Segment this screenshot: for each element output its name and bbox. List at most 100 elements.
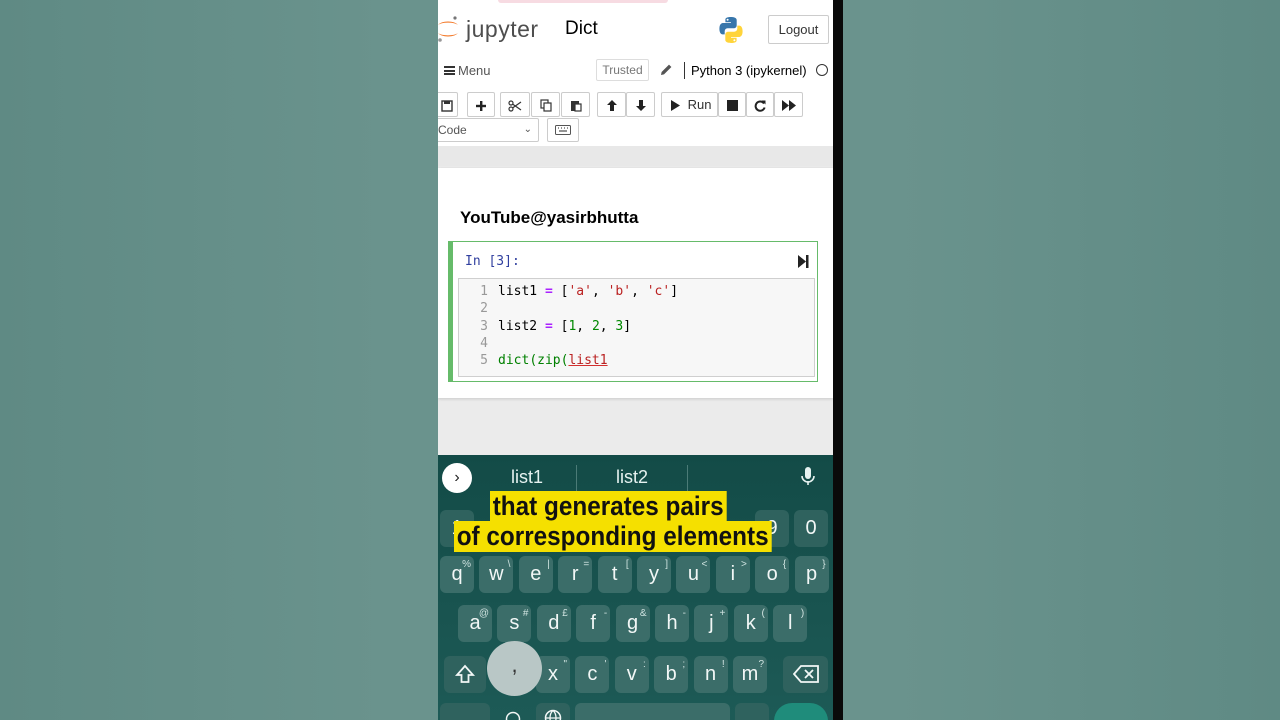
- key-l[interactable]: l): [773, 605, 808, 642]
- kernel-separator: [684, 62, 685, 79]
- backspace-icon: [792, 665, 819, 683]
- notebook-title[interactable]: Dict: [565, 18, 598, 40]
- jupyter-logo[interactable]: jupyter: [438, 14, 548, 44]
- key-label: o: [766, 563, 778, 585]
- key-v[interactable]: v:: [614, 656, 649, 693]
- scissors-icon: [508, 99, 522, 112]
- suggestion-item[interactable]: list2: [610, 467, 654, 488]
- key-f[interactable]: f-: [576, 605, 611, 642]
- restart-run-all-button[interactable]: [774, 92, 803, 117]
- jupyter-header: jupyter Dict Logout: [438, 0, 833, 55]
- arrow-up-icon: [606, 100, 617, 112]
- insert-cell-button[interactable]: [467, 92, 495, 117]
- copy-button[interactable]: [531, 92, 560, 117]
- expand-toolbar-chevron-right-icon[interactable]: ›: [442, 463, 472, 493]
- key-secondary-symbol: :: [643, 659, 646, 670]
- notebook-page: YouTube@yasirbhutta In [3]: 1 2 3 4 5 li…: [438, 168, 833, 398]
- move-up-button[interactable]: [597, 92, 626, 117]
- period-key[interactable]: [735, 703, 769, 720]
- emoji-key[interactable]: [496, 703, 530, 720]
- browser-top-strip: [498, 0, 668, 3]
- key-o[interactable]: o{: [755, 556, 790, 593]
- shift-key[interactable]: [444, 656, 486, 693]
- key-label: g: [627, 612, 639, 634]
- key-p[interactable]: p}: [794, 556, 829, 593]
- keyboard-shortcuts-button[interactable]: [547, 118, 579, 142]
- key-secondary-symbol: (: [761, 608, 765, 619]
- arrow-down-icon: [635, 100, 646, 112]
- enter-key[interactable]: [774, 703, 828, 720]
- key-secondary-symbol: %: [462, 559, 471, 570]
- paste-button[interactable]: [561, 92, 590, 117]
- key-d[interactable]: d £: [536, 605, 571, 642]
- interrupt-kernel-button[interactable]: [718, 92, 746, 117]
- restart-kernel-button[interactable]: [746, 92, 774, 117]
- key-a[interactable]: a @: [458, 605, 492, 642]
- plus-icon: [476, 100, 486, 111]
- key-h[interactable]: h-: [655, 605, 689, 642]
- key-n[interactable]: n!: [693, 656, 728, 693]
- key-j[interactable]: j +: [694, 605, 729, 642]
- key-t[interactable]: t[: [597, 556, 632, 593]
- key-secondary-symbol: -: [603, 608, 608, 619]
- key-secondary-symbol: ": [563, 659, 567, 670]
- key-secondary-symbol: }: [822, 559, 826, 570]
- cell-prompt: In [3]:: [465, 254, 520, 269]
- save-button[interactable]: [438, 92, 458, 117]
- jupyter-logo-icon: [438, 16, 458, 42]
- logout-button[interactable]: Logout: [768, 15, 829, 44]
- language-key[interactable]: [536, 703, 570, 720]
- code-editor[interactable]: 1 2 3 4 5 list1 = ['a', 'b', 'c'] list2 …: [458, 278, 815, 377]
- backspace-key[interactable]: [783, 656, 828, 693]
- keyboard-icon: [555, 125, 571, 135]
- key-w[interactable]: w \: [479, 556, 514, 593]
- cut-button[interactable]: [500, 92, 530, 117]
- key-secondary-symbol: =: [583, 559, 590, 570]
- move-down-button[interactable]: [626, 92, 655, 117]
- key-label: w: [489, 563, 504, 585]
- key-b[interactable]: b;: [654, 656, 689, 693]
- line-number: 5: [480, 353, 488, 368]
- notebook-toolbar: Run Code ⌄: [438, 88, 833, 146]
- key-u[interactable]: u <: [676, 556, 711, 593]
- markdown-heading: YouTube@yasirbhutta: [460, 208, 639, 227]
- microphone-icon[interactable]: [801, 467, 815, 487]
- key-y[interactable]: y]: [637, 556, 671, 593]
- kernel-name[interactable]: Python 3 (ipykernel): [691, 63, 807, 78]
- key-i[interactable]: i >: [715, 556, 750, 593]
- key-secondary-symbol: |: [547, 559, 550, 570]
- key-c[interactable]: c ': [575, 656, 610, 693]
- spacebar[interactable]: [575, 703, 730, 720]
- menu-label: Menu: [458, 63, 491, 78]
- line-number-gutter: 1 2 3 4 5: [459, 279, 494, 376]
- key-r[interactable]: r =: [558, 556, 593, 593]
- key-e[interactable]: e |: [518, 556, 553, 593]
- key-label: r: [571, 563, 579, 585]
- cell-type-select[interactable]: Code ⌄: [438, 118, 539, 142]
- key-label: d: [548, 612, 560, 634]
- run-button[interactable]: Run: [661, 92, 718, 117]
- menu-button[interactable]: Menu: [444, 63, 491, 78]
- key-secondary-symbol: {: [782, 559, 787, 570]
- stop-icon: [726, 100, 738, 112]
- suggestion-item[interactable]: list1: [506, 467, 548, 488]
- key-k[interactable]: k(: [733, 605, 768, 642]
- key-label: q: [451, 563, 463, 585]
- code-cell-selected[interactable]: In [3]: 1 2 3 4 5 list1 = ['a', 'b', 'c'…: [448, 241, 818, 382]
- key-m[interactable]: m?: [733, 656, 767, 693]
- subtitle-line-2: of corresponding elements: [454, 521, 772, 552]
- key-secondary-symbol: \: [507, 559, 511, 570]
- symbols-key[interactable]: [440, 703, 490, 720]
- key-label: m: [741, 663, 759, 685]
- menubar: Menu Trusted Python 3 (ipykernel): [438, 55, 833, 88]
- trusted-indicator[interactable]: Trusted: [596, 59, 649, 81]
- run-cell-icon[interactable]: [798, 255, 809, 268]
- key-0[interactable]: 0: [794, 510, 828, 547]
- subtitle-line-1: that generates pairs: [490, 491, 727, 522]
- key-g[interactable]: g &: [615, 605, 650, 642]
- key-q[interactable]: q%: [440, 556, 474, 593]
- comma-key-pressed[interactable]: ,: [487, 641, 542, 696]
- key-s[interactable]: s #: [497, 605, 532, 642]
- code-line-5: dict(zip(list1: [498, 353, 608, 368]
- key-label: k: [745, 612, 756, 634]
